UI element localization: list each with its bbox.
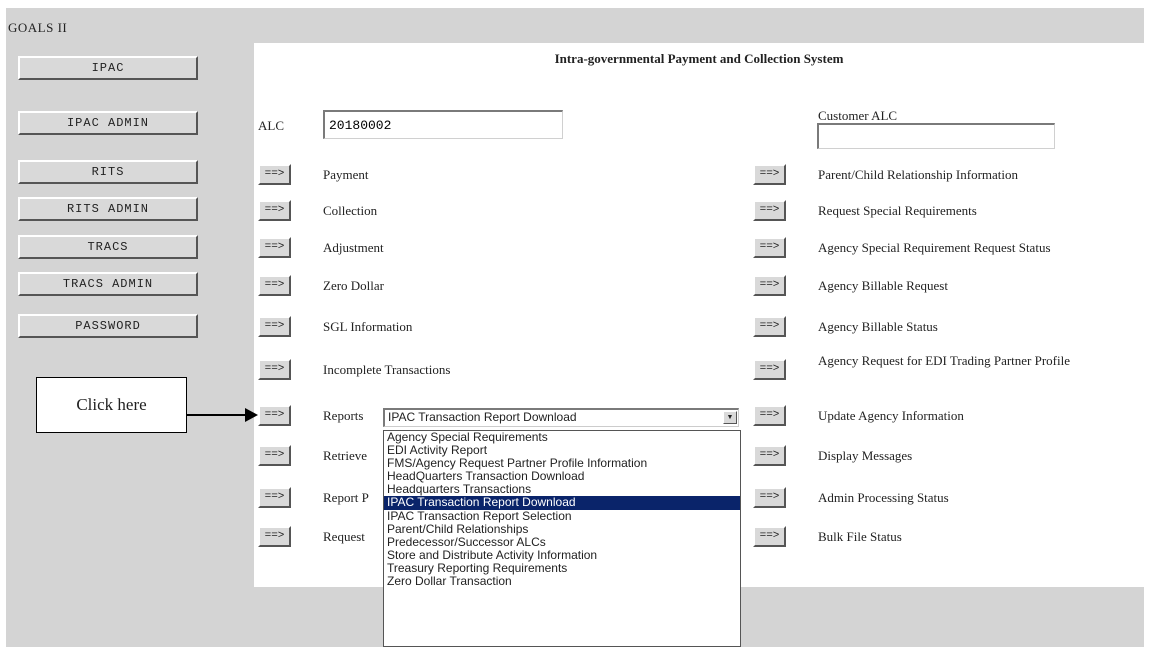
customer-alc-label: Customer ALC xyxy=(818,108,898,123)
retrieve-label: Retrieve xyxy=(323,448,368,463)
adjustment-go-button[interactable]: ==> xyxy=(258,237,291,258)
display-messages-go-button[interactable]: ==> xyxy=(753,445,786,466)
bulk-file-status-go-button[interactable]: ==> xyxy=(753,526,786,547)
billable-request-label: Agency Billable Request xyxy=(818,278,948,293)
admin-processing-status-go-button[interactable]: ==> xyxy=(753,487,786,508)
sgl-information-go-button[interactable]: ==> xyxy=(258,316,291,337)
reports-go-button[interactable]: ==> xyxy=(258,405,291,426)
retrieve-go-button[interactable]: ==> xyxy=(258,445,291,466)
reports-select[interactable]: IPAC Transaction Report Download ▼ xyxy=(383,408,739,427)
request-special-req-go-button[interactable]: ==> xyxy=(753,200,786,221)
request-special-req-label: Request Special Requirements xyxy=(818,203,977,218)
payment-go-button[interactable]: ==> xyxy=(258,164,291,185)
billable-request-go-button[interactable]: ==> xyxy=(753,275,786,296)
incomplete-transactions-go-button[interactable]: ==> xyxy=(258,359,291,380)
reports-dropdown-list: Agency Special Requirements EDI Activity… xyxy=(383,430,741,647)
collection-go-button[interactable]: ==> xyxy=(258,200,291,221)
dropdown-option[interactable]: IPAC Transaction Report Selection xyxy=(384,509,740,523)
zero-dollar-go-button[interactable]: ==> xyxy=(258,275,291,296)
nav-rits-button[interactable]: RITS xyxy=(18,160,198,184)
reports-label: Reports xyxy=(323,408,364,423)
reports-select-value: IPAC Transaction Report Download xyxy=(388,410,577,424)
report-p-go-button[interactable]: ==> xyxy=(258,487,291,508)
special-req-status-go-button[interactable]: ==> xyxy=(753,237,786,258)
billable-status-go-button[interactable]: ==> xyxy=(753,316,786,337)
dropdown-option[interactable]: Zero Dollar Transaction xyxy=(384,574,740,588)
nav-tracs-admin-button[interactable]: TRACS ADMIN xyxy=(18,272,198,296)
nav-ipac-button[interactable]: IPAC xyxy=(18,56,198,80)
callout-arrow-icon xyxy=(245,408,258,422)
nav-tracs-button[interactable]: TRACS xyxy=(18,235,198,259)
customer-alc-input[interactable] xyxy=(817,123,1055,149)
sgl-information-label: SGL Information xyxy=(323,319,413,334)
callout-arrow-line xyxy=(187,414,247,416)
request-label: Request xyxy=(323,529,365,544)
payment-label: Payment xyxy=(323,167,369,182)
request-go-button[interactable]: ==> xyxy=(258,526,291,547)
billable-status-label: Agency Billable Status xyxy=(818,319,938,334)
chevron-down-icon[interactable]: ▼ xyxy=(723,411,737,424)
alc-input[interactable] xyxy=(323,110,563,139)
dropdown-option[interactable]: Store and Distribute Activity Informatio… xyxy=(384,548,740,562)
incomplete-transactions-label: Incomplete Transactions xyxy=(323,362,451,377)
dropdown-option-selected[interactable]: IPAC Transaction Report Download xyxy=(384,496,740,510)
adjustment-label: Adjustment xyxy=(323,240,384,255)
report-p-label: Report P xyxy=(323,490,369,505)
app-title: GOALS II xyxy=(8,20,68,35)
admin-processing-status-label: Admin Processing Status xyxy=(818,490,949,505)
edi-partner-profile-go-button[interactable]: ==> xyxy=(753,359,786,380)
zero-dollar-label: Zero Dollar xyxy=(323,278,385,293)
panel-title: Intra-governmental Payment and Collectio… xyxy=(554,51,844,66)
click-here-callout: Click here xyxy=(36,377,187,433)
dropdown-option[interactable]: Predecessor/Successor ALCs xyxy=(384,535,740,549)
nav-ipac-admin-button[interactable]: IPAC ADMIN xyxy=(18,111,198,135)
edi-partner-profile-label: Agency Request for EDI Trading Partner P… xyxy=(818,353,1071,368)
parent-child-info-go-button[interactable]: ==> xyxy=(753,164,786,185)
nav-password-button[interactable]: PASSWORD xyxy=(18,314,198,338)
update-agency-info-go-button[interactable]: ==> xyxy=(753,405,786,426)
special-req-status-label: Agency Special Requirement Request Statu… xyxy=(818,240,1051,255)
alc-label: ALC xyxy=(258,118,284,133)
bulk-file-status-label: Bulk File Status xyxy=(818,529,902,544)
parent-child-info-label: Parent/Child Relationship Information xyxy=(818,167,1019,182)
update-agency-info-label: Update Agency Information xyxy=(818,408,964,423)
collection-label: Collection xyxy=(323,203,378,218)
nav-rits-admin-button[interactable]: RITS ADMIN xyxy=(18,197,198,221)
dropdown-option[interactable]: Parent/Child Relationships xyxy=(384,522,740,536)
display-messages-label: Display Messages xyxy=(818,448,913,463)
